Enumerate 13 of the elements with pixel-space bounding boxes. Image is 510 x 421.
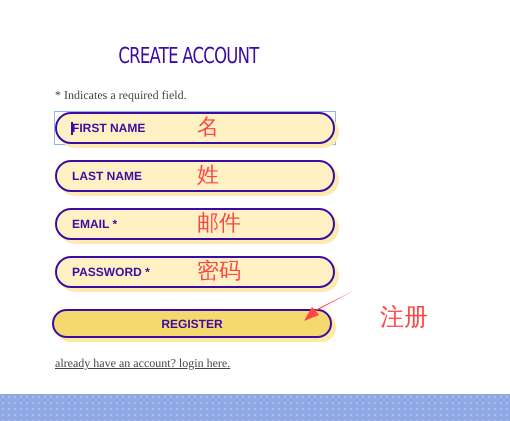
required-note: * Indicates a required field. [55, 87, 188, 104]
annotation-text: 姓 [197, 163, 219, 189]
text-input[interactable]: PASSWORD * [57, 258, 182, 286]
annotation-text: 名 [197, 115, 219, 141]
text-cursor [71, 122, 73, 135]
annotation-text: 密码 [197, 259, 241, 285]
annotation-text: 注册 [380, 303, 428, 331]
page-title: CREATE ACCOUNT [118, 43, 259, 71]
login-link[interactable]: already have an account? login here. [55, 354, 230, 372]
text-input[interactable]: FIRST NAME [57, 114, 182, 142]
text-input[interactable]: LAST NAME [57, 162, 182, 190]
annotation-text: 邮件 [197, 211, 241, 237]
text-input[interactable]: EMAIL * [57, 210, 182, 238]
